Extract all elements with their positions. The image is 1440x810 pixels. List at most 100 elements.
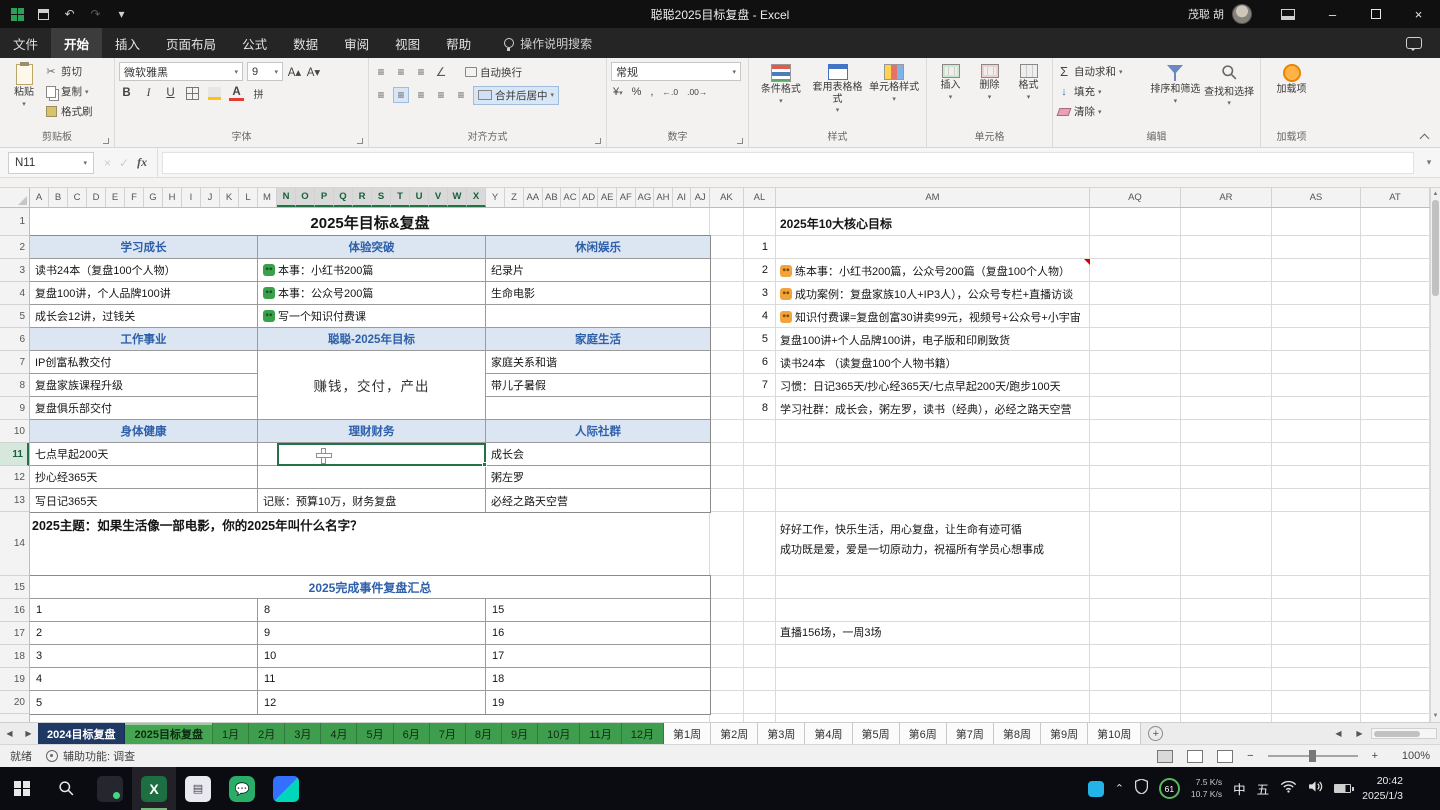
core-goal-cell-8[interactable]: 学习社群：成长会，粥左罗，读书（经典），必经之路天空营 [776, 397, 1090, 420]
zoom-slider[interactable] [1268, 755, 1358, 757]
find-select-button[interactable]: 查找和选择▾ [1202, 62, 1256, 110]
tab-page-layout[interactable]: 页面布局 [153, 28, 229, 58]
column-header-AI[interactable]: AI [673, 188, 692, 207]
avatar[interactable] [1232, 4, 1252, 24]
core-goal-number-2[interactable]: 2 [744, 259, 776, 282]
sheet-tab-6月[interactable]: 6月 [394, 723, 430, 744]
tab-data[interactable]: 数据 [280, 28, 331, 58]
sheet-tab-第3周[interactable]: 第3周 [758, 723, 805, 744]
goal-cell-r13c3[interactable]: 必经之路天空营 [486, 489, 710, 512]
tab-view[interactable]: 视图 [382, 28, 433, 58]
defender-shield-icon[interactable] [1135, 779, 1148, 799]
goal-cell-r11c1[interactable]: 七点早起200天 [30, 443, 258, 466]
goal-cell-r6c1[interactable]: 工作事业 [30, 328, 258, 351]
column-header-AL[interactable]: AL [744, 188, 776, 207]
goal-cell-r2c2[interactable]: 体验突破 [258, 236, 486, 259]
bold-button[interactable]: B [119, 85, 134, 101]
goal-cell-r10c3[interactable]: 人际社群 [486, 420, 710, 443]
underline-button[interactable]: U [163, 85, 178, 101]
vertical-scrollbar[interactable]: ▲ ▼ [1430, 188, 1440, 722]
account-name[interactable]: 茂聪 胡 [1188, 6, 1224, 22]
font-size-select[interactable]: 9▾ [247, 62, 283, 81]
column-header-J[interactable]: J [201, 188, 220, 207]
summary-cell-r19c2[interactable]: 11 [258, 668, 486, 691]
autosum-button[interactable]: Σ自动求和▾ [1057, 62, 1149, 81]
column-header-A[interactable]: A [30, 188, 49, 207]
column-header-AQ[interactable]: AQ [1090, 188, 1181, 207]
row-header-16[interactable]: 16 [0, 599, 29, 622]
column-header-V[interactable]: V [429, 188, 448, 207]
minimize-button[interactable]: – [1311, 0, 1354, 28]
column-header-AE[interactable]: AE [598, 188, 617, 207]
borders-icon[interactable] [185, 85, 200, 101]
summary-cell-r20c2[interactable]: 12 [258, 691, 486, 714]
column-header-F[interactable]: F [125, 188, 144, 207]
merge-center-button[interactable]: 合并后居中▾ [473, 86, 559, 105]
column-header-M[interactable]: M [258, 188, 277, 207]
goal-cell-r8c1[interactable]: 复盘家族课程升级 [30, 374, 258, 397]
summary-title-cell[interactable]: 2025完成事件复盘汇总 [30, 576, 710, 599]
row-header-9[interactable]: 9 [0, 397, 29, 420]
row-header-1[interactable]: 1 [0, 208, 29, 236]
summary-cell-r17c3[interactable]: 16 [486, 622, 710, 645]
formula-bar-expand-icon[interactable]: ▾ [1418, 157, 1440, 168]
align-right-icon[interactable]: ≡ [413, 87, 429, 103]
goal-cell-r2c1[interactable]: 学习成长 [30, 236, 258, 259]
column-header-AD[interactable]: AD [580, 188, 599, 207]
column-header-D[interactable]: D [87, 188, 106, 207]
align-middle-icon[interactable]: ≡ [393, 64, 409, 80]
sheet-tab-第10周[interactable]: 第10周 [1088, 723, 1141, 744]
row-header-18[interactable]: 18 [0, 645, 29, 668]
collapse-ribbon-icon[interactable] [1420, 134, 1430, 144]
row-header-8[interactable]: 8 [0, 374, 29, 397]
goal-cell-r5c3[interactable] [486, 305, 710, 328]
orientation-icon[interactable]: ∠ [433, 64, 449, 80]
redo-icon[interactable]: ↷ [88, 7, 103, 22]
column-header-AM[interactable]: AM [776, 188, 1090, 207]
format-cells-button[interactable]: 格式▾ [1009, 62, 1048, 104]
battery-percent-badge[interactable]: 61 [1159, 778, 1180, 799]
summary-cell-r19c3[interactable]: 18 [486, 668, 710, 691]
column-header-T[interactable]: T [391, 188, 410, 207]
goal-cell-r5c2[interactable]: 写一个知识付费课 [258, 305, 486, 328]
row-header-19[interactable]: 19 [0, 668, 29, 691]
sheet-tab-2月[interactable]: 2月 [249, 723, 285, 744]
column-header-G[interactable]: G [144, 188, 163, 207]
sheet-tab-第8周[interactable]: 第8周 [994, 723, 1041, 744]
core-goal-cell-4[interactable]: 知识付费课=复盘创富30讲卖99元，视频号+公众号+小宇宙 [776, 305, 1090, 328]
tab-file[interactable]: 文件 [0, 28, 51, 58]
core-goal-cell-5[interactable]: 复盘100讲+个人品牌100讲，电子版和印刷致货 [776, 328, 1090, 351]
addins-button[interactable]: 加载项 [1266, 62, 1318, 98]
am-note-line-1[interactable]: 好好工作，快乐生活，用心复盘，让生命有迹可循 [780, 520, 1044, 540]
column-header-B[interactable]: B [49, 188, 68, 207]
tell-me-search[interactable]: 操作说明搜索 [504, 35, 592, 52]
new-sheet-button[interactable]: + [1148, 726, 1163, 741]
sheet-tab-12月[interactable]: 12月 [622, 723, 664, 744]
goal-cell-r11c3[interactable]: 成长会 [486, 443, 710, 466]
column-header-Q[interactable]: Q [334, 188, 353, 207]
sheet-tab-3月[interactable]: 3月 [285, 723, 321, 744]
ribbon-display-options-icon[interactable] [1268, 0, 1311, 28]
font-name-select[interactable]: 微软雅黑▾ [119, 62, 243, 81]
sort-filter-button[interactable]: 排序和筛选▾ [1149, 62, 1203, 108]
core-goal-cell-7[interactable]: 习惯：日记365天/抄心经365天/七点早起200天/跑步100天 [776, 374, 1090, 397]
zoom-slider-thumb[interactable] [1309, 750, 1316, 762]
cancel-icon[interactable]: × [104, 156, 111, 170]
align-bottom-icon[interactable]: ≡ [413, 64, 429, 80]
hscroll-left-icon[interactable]: ◀ [1329, 729, 1348, 738]
sheet-tab-第2周[interactable]: 第2周 [711, 723, 758, 744]
goal-cell-r9c1[interactable]: 复盘俱乐部交付 [30, 397, 258, 420]
core-goal-number-1[interactable]: 1 [744, 236, 776, 259]
column-header-Z[interactable]: Z [505, 188, 524, 207]
goal-cell-r9c3[interactable] [486, 397, 710, 420]
sheet-tab-第7周[interactable]: 第7周 [947, 723, 994, 744]
close-button[interactable]: × [1397, 0, 1440, 28]
column-header-K[interactable]: K [220, 188, 239, 207]
summary-cell-r20c1[interactable]: 5 [30, 691, 258, 714]
goal-cell-r7c3[interactable]: 家庭关系和谐 [486, 351, 710, 374]
goal-cell-r10c2[interactable]: 理财财务 [258, 420, 486, 443]
summary-cell-r16c1[interactable]: 1 [30, 599, 258, 622]
decrease-decimal-icon[interactable]: .00→ [687, 87, 707, 97]
save-icon[interactable] [36, 7, 51, 22]
column-header-AG[interactable]: AG [636, 188, 655, 207]
